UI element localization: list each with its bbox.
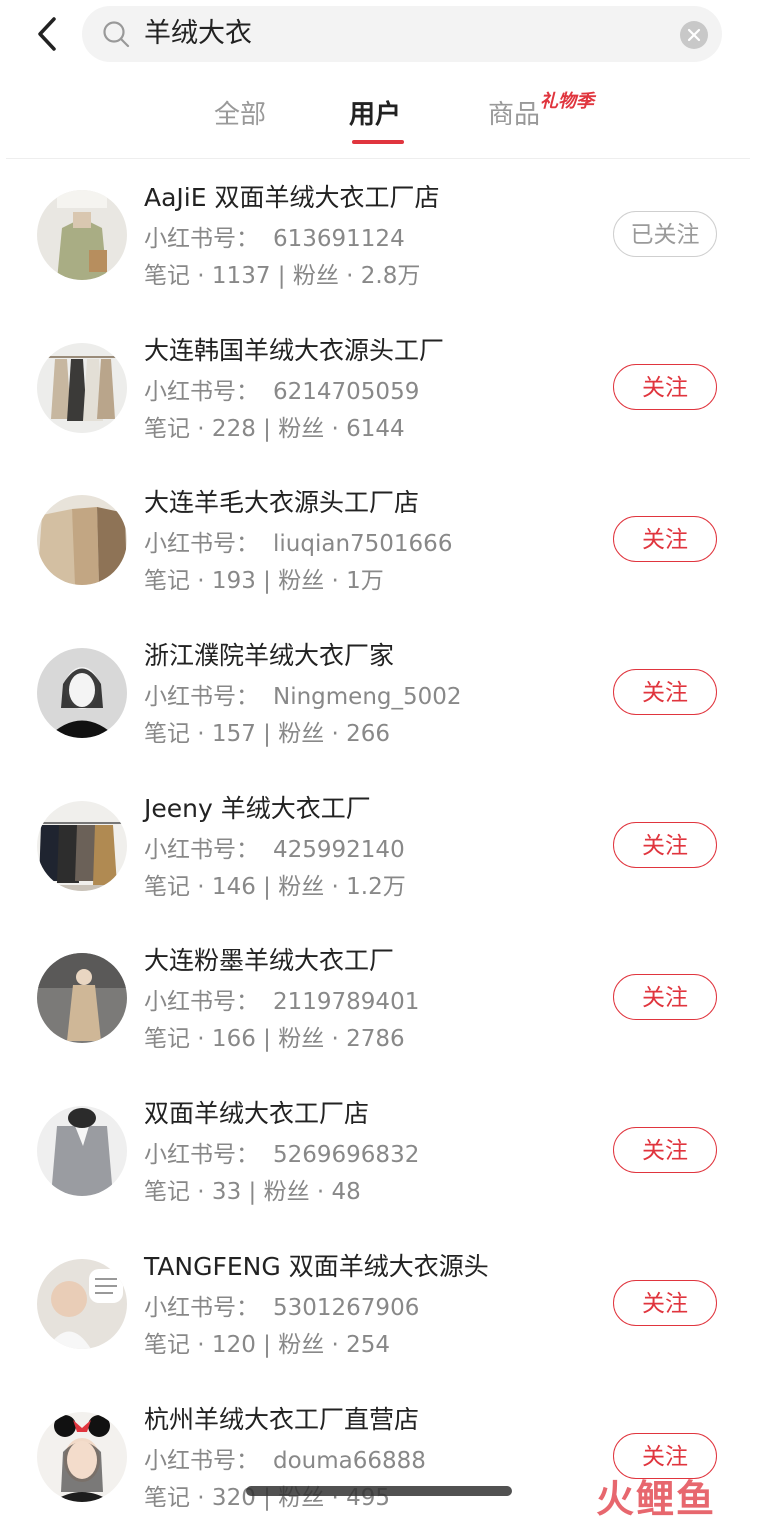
user-name[interactable]: 杭州羊绒大衣工厂直营店 [144, 1404, 419, 1436]
top-bar: 羊绒大衣 [0, 0, 764, 70]
user-id-label: 小红书号： [144, 837, 259, 863]
user-name[interactable]: 大连羊毛大衣源头工厂店 [144, 487, 419, 519]
follow-button[interactable]: 关注 [613, 1127, 717, 1173]
user-id: 小红书号： 6214705059 [144, 377, 419, 407]
user-id-label: 小红书号： [144, 684, 259, 710]
user-row[interactable]: AaJiE 双面羊绒大衣工厂店 小红书号： 613691124 笔记 · 1137… [0, 160, 764, 313]
divider [6, 158, 750, 159]
user-id: 小红书号： 5269696832 [144, 1140, 419, 1170]
user-id-label: 小红书号： [144, 226, 259, 252]
user-id-value: 5269696832 [273, 1142, 419, 1168]
avatar-image [37, 190, 127, 280]
follow-button[interactable]: 关注 [613, 822, 717, 868]
user-stats: 笔记 · 166 | 粉丝 · 2786 [144, 1024, 405, 1054]
user-row[interactable]: Jeeny 羊绒大衣工厂 小红书号： 425992140 笔记 · 146 | 粉… [0, 771, 764, 924]
avatar[interactable] [37, 648, 127, 738]
user-id-label: 小红书号： [144, 989, 259, 1015]
user-row[interactable]: 大连韩国羊绒大衣源头工厂 小红书号： 6214705059 笔记 · 228 | … [0, 313, 764, 466]
user-name[interactable]: 浙江濮院羊绒大衣厂家 [144, 640, 394, 672]
user-stats: 笔记 · 120 | 粉丝 · 254 [144, 1330, 390, 1360]
user-stats: 笔记 · 157 | 粉丝 · 266 [144, 719, 390, 749]
user-stats: 笔记 · 146 | 粉丝 · 1.2万 [144, 872, 406, 902]
watermark-logo: 火鲤鱼 [596, 1468, 716, 1523]
avatar[interactable] [37, 190, 127, 280]
user-name[interactable]: 双面羊绒大衣工厂店 [144, 1098, 369, 1130]
user-id: 小红书号： Ningmeng_5002 [144, 682, 462, 712]
avatar-image [37, 953, 127, 1043]
user-stats: 笔记 · 228 | 粉丝 · 6144 [144, 414, 405, 444]
user-id-value: 425992140 [273, 837, 405, 863]
user-id: 小红书号： 613691124 [144, 224, 405, 254]
user-id: 小红书号： 425992140 [144, 835, 405, 865]
user-id-label: 小红书号： [144, 379, 259, 405]
chevron-left-icon [28, 14, 68, 54]
user-id-value: Ningmeng_5002 [273, 684, 462, 710]
avatar-image [37, 648, 127, 738]
avatar[interactable] [37, 1412, 127, 1502]
tab-all[interactable]: 全部 [214, 98, 266, 132]
user-id-label: 小红书号： [144, 531, 259, 557]
user-name[interactable]: 大连粉墨羊绒大衣工厂 [144, 945, 394, 977]
avatar[interactable] [37, 953, 127, 1043]
user-id-value: 5301267906 [273, 1295, 419, 1321]
followed-button[interactable]: 已关注 [613, 211, 717, 257]
search-icon [102, 20, 130, 48]
user-stats: 笔记 · 1137 | 粉丝 · 2.8万 [144, 261, 420, 291]
user-name[interactable]: Jeeny 羊绒大衣工厂 [144, 793, 371, 825]
user-id-value: liuqian7501666 [273, 531, 452, 557]
user-list: AaJiE 双面羊绒大衣工厂店 小红书号： 613691124 笔记 · 1137… [0, 160, 764, 1534]
gift-season-badge: 礼物季 [540, 92, 594, 112]
avatar-image [37, 1106, 127, 1196]
tab-users[interactable]: 用户 [349, 98, 401, 132]
back-button[interactable] [28, 14, 68, 54]
avatar[interactable] [37, 495, 127, 585]
user-row[interactable]: 浙江濮院羊绒大衣厂家 小红书号： Ningmeng_5002 笔记 · 157 |… [0, 618, 764, 771]
active-tab-indicator [352, 140, 404, 144]
avatar-image [37, 343, 127, 433]
user-id-value: 6214705059 [273, 379, 419, 405]
user-stats: 笔记 · 33 | 粉丝 · 48 [144, 1177, 361, 1207]
user-id: 小红书号： 5301267906 [144, 1293, 419, 1323]
user-id-label: 小红书号： [144, 1448, 259, 1474]
avatar[interactable] [37, 1259, 127, 1349]
user-id-value: douma66888 [273, 1448, 426, 1474]
user-row[interactable]: 大连粉墨羊绒大衣工厂 小红书号： 2119789401 笔记 · 166 | 粉丝… [0, 923, 764, 1076]
user-row[interactable]: 双面羊绒大衣工厂店 小红书号： 5269696832 笔记 · 33 | 粉丝 ·… [0, 1076, 764, 1229]
avatar[interactable] [37, 343, 127, 433]
user-id-label: 小红书号： [144, 1142, 259, 1168]
follow-button[interactable]: 关注 [613, 669, 717, 715]
avatar-image [37, 1259, 127, 1349]
avatar-image [37, 1412, 127, 1502]
user-id: 小红书号： liuqian7501666 [144, 529, 452, 559]
search-input[interactable]: 羊绒大衣 [144, 18, 252, 50]
follow-button[interactable]: 关注 [613, 974, 717, 1020]
avatar-image [37, 495, 127, 585]
user-id-value: 613691124 [273, 226, 405, 252]
user-name[interactable]: 大连韩国羊绒大衣源头工厂 [144, 335, 444, 367]
user-row[interactable]: 大连羊毛大衣源头工厂店 小红书号： liuqian7501666 笔记 · 193… [0, 465, 764, 618]
follow-button[interactable]: 关注 [613, 364, 717, 410]
tab-bar: 全部 用户 商品 礼物季 [0, 88, 764, 158]
close-icon [687, 28, 701, 42]
user-id-label: 小红书号： [144, 1295, 259, 1321]
avatar[interactable] [37, 1106, 127, 1196]
user-row[interactable]: TANGFENG 双面羊绒大衣源头 小红书号： 5301267906 笔记 · 1… [0, 1229, 764, 1382]
user-id: 小红书号： douma66888 [144, 1446, 426, 1476]
tab-goods[interactable]: 商品 [488, 98, 540, 132]
home-indicator[interactable] [246, 1486, 512, 1496]
avatar-image [37, 801, 127, 891]
user-name[interactable]: AaJiE 双面羊绒大衣工厂店 [144, 182, 439, 214]
search-bar[interactable]: 羊绒大衣 [82, 6, 722, 62]
user-name[interactable]: TANGFENG 双面羊绒大衣源头 [144, 1251, 489, 1283]
user-id-value: 2119789401 [273, 989, 419, 1015]
user-id: 小红书号： 2119789401 [144, 987, 419, 1017]
avatar[interactable] [37, 801, 127, 891]
clear-search-button[interactable] [680, 21, 708, 49]
user-stats: 笔记 · 193 | 粉丝 · 1万 [144, 566, 384, 596]
follow-button[interactable]: 关注 [613, 516, 717, 562]
follow-button[interactable]: 关注 [613, 1280, 717, 1326]
